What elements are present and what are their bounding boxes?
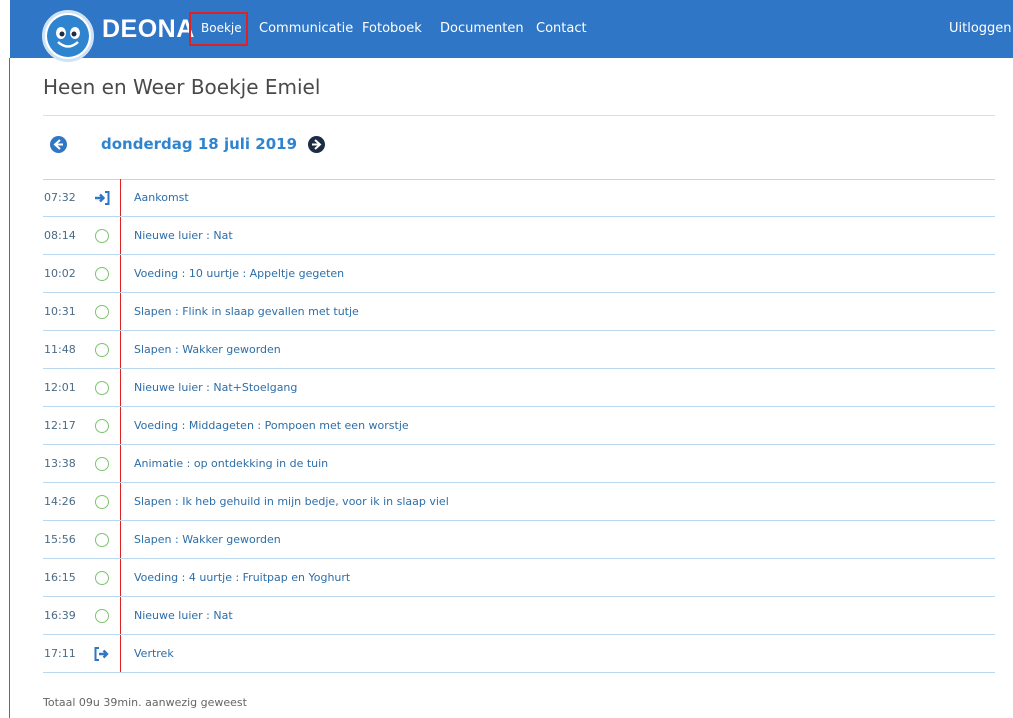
entry-text: Aankomst <box>134 191 189 204</box>
entry-time: 14:26 <box>44 495 76 508</box>
timeline-row: 16:39 Nieuwe luier : Nat <box>43 597 995 635</box>
entry-time: 08:14 <box>44 229 76 242</box>
circle-icon <box>94 494 110 510</box>
row-divider <box>43 672 995 673</box>
entry-text: Animatie : op ontdekking in de tuin <box>134 457 329 470</box>
page-title: Heen en Weer Boekje Emiel <box>43 75 321 99</box>
entry-time: 07:32 <box>44 191 76 204</box>
timeline-row: 16:15 Voeding : 4 uurtje : Fruitpap en Yo… <box>43 559 995 597</box>
entry-time: 10:31 <box>44 305 76 318</box>
entry-time: 12:01 <box>44 381 76 394</box>
timeline-row: 12:17 Voeding : Middageten : Pompoen met … <box>43 407 995 445</box>
timeline-row: 14:26 Slapen : Ik heb gehuild in mijn bed… <box>43 483 995 521</box>
nav-item-documenten[interactable]: Documenten <box>440 21 524 36</box>
current-date: donderdag 18 juli 2019 <box>101 135 298 153</box>
entry-text: Slapen : Ik heb gehuild in mijn bedje, v… <box>134 495 449 508</box>
logout-link[interactable]: Uitloggen <box>949 21 1012 36</box>
sign-out-icon <box>94 646 110 662</box>
timeline-row: 11:48 Slapen : Wakker geworden <box>43 331 995 369</box>
timeline-row: 10:31 Slapen : Flink in slaap gevallen me… <box>43 293 995 331</box>
circle-icon <box>94 418 110 434</box>
entry-text: Slapen : Flink in slaap gevallen met tut… <box>134 305 359 318</box>
entry-text: Slapen : Wakker geworden <box>134 343 281 356</box>
entry-time: 16:39 <box>44 609 76 622</box>
entry-time: 17:11 <box>44 647 76 660</box>
circle-icon <box>94 456 110 472</box>
entry-text: Nieuwe luier : Nat <box>134 229 233 242</box>
timeline-row: 17:11 Vertrek <box>43 635 995 673</box>
timeline-row: 12:01 Nieuwe luier : Nat+Stoelgang <box>43 369 995 407</box>
entry-text: Nieuwe luier : Nat <box>134 609 233 622</box>
entry-time: 11:48 <box>44 343 76 356</box>
timeline-row: 10:02 Voeding : 10 uurtje : Appeltje gege… <box>43 255 995 293</box>
nav-item-label: Boekje <box>201 21 242 35</box>
timeline-row: 07:32 Aankomst <box>43 179 995 217</box>
arrow-left-icon[interactable] <box>50 136 67 153</box>
entry-time: 12:17 <box>44 419 76 432</box>
arrow-right-icon[interactable] <box>308 136 325 153</box>
deona-logo-icon[interactable] <box>42 10 94 62</box>
left-border <box>9 58 10 718</box>
circle-icon <box>94 304 110 320</box>
entry-text: Slapen : Wakker geworden <box>134 533 281 546</box>
nav-item-fotoboek[interactable]: Fotoboek <box>362 21 422 36</box>
circle-icon <box>94 608 110 624</box>
circle-icon <box>94 342 110 358</box>
timeline-row: 15:56 Slapen : Wakker geworden <box>43 521 995 559</box>
timeline-row: 13:38 Animatie : op ontdekking in de tuin <box>43 445 995 483</box>
entry-time: 13:38 <box>44 457 76 470</box>
circle-icon <box>94 266 110 282</box>
entry-text: Vertrek <box>134 647 174 660</box>
nav-item-communicatie[interactable]: Communicatie <box>259 21 353 36</box>
entry-time: 15:56 <box>44 533 76 546</box>
entry-text: Voeding : 4 uurtje : Fruitpap en Yoghurt <box>134 571 351 584</box>
circle-icon <box>94 570 110 586</box>
circle-icon <box>94 532 110 548</box>
total-presence: Totaal 09u 39min. aanwezig geweest <box>43 696 247 709</box>
entry-time: 10:02 <box>44 267 76 280</box>
entry-text: Voeding : 10 uurtje : Appeltje gegeten <box>134 267 345 280</box>
sign-in-icon <box>94 190 110 206</box>
divider <box>43 115 995 116</box>
timeline-row: 08:14 Nieuwe luier : Nat <box>43 217 995 255</box>
entry-time: 16:15 <box>44 571 76 584</box>
entry-text: Voeding : Middageten : Pompoen met een w… <box>134 419 409 432</box>
nav-item-contact[interactable]: Contact <box>536 21 587 36</box>
circle-icon <box>94 380 110 396</box>
circle-icon <box>94 228 110 244</box>
entry-text: Nieuwe luier : Nat+Stoelgang <box>134 381 298 394</box>
brand-name[interactable]: DEONA <box>102 15 195 44</box>
date-navigation: donderdag 18 juli 2019 <box>43 132 443 158</box>
nav-item-boekje[interactable]: Boekje <box>189 12 248 46</box>
